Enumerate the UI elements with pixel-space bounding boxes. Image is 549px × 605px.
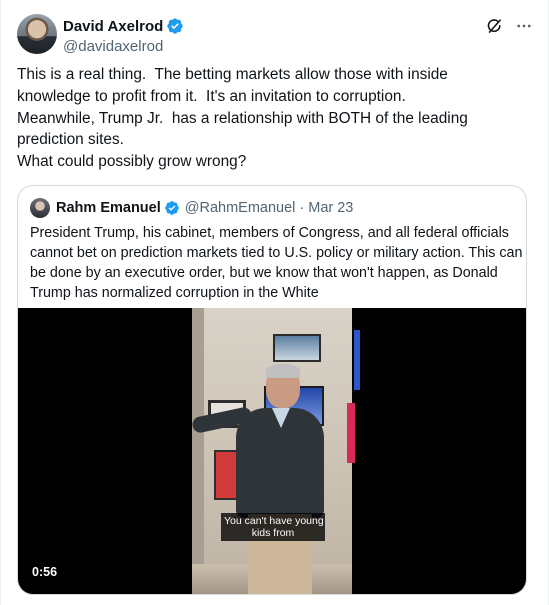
wall-edge — [192, 308, 204, 594]
video-caption: You can't have young kids from — [221, 513, 325, 541]
caption-line: kids from — [251, 527, 295, 539]
side-artwork — [354, 330, 360, 390]
author-handle[interactable]: @davidaxelrod — [63, 37, 184, 57]
quoted-avatar[interactable] — [30, 198, 50, 218]
side-artwork — [347, 403, 355, 463]
video-frame — [192, 308, 352, 594]
quoted-line: President Trump, his cabinet, members of… — [30, 225, 509, 241]
post-text: This is a real thing. The betting market… — [17, 64, 522, 173]
post-line: Meanwhile, Trump Jr. has a relationship … — [17, 109, 468, 127]
quoted-line: Trump has normalized corruption in the W… — [30, 285, 319, 301]
post-line: What could possibly grow wrong? — [17, 153, 247, 171]
verified-badge-icon — [167, 18, 183, 34]
caption-line: You can't have young — [224, 515, 324, 527]
tweet-header: David Axelrod @davidaxelrod — [17, 14, 534, 58]
author-display-name[interactable]: David Axelrod — [63, 18, 163, 35]
quoted-tweet[interactable]: Rahm Emanuel @RahmEmanuel · Mar 23 Presi… — [17, 185, 527, 595]
author-avatar[interactable] — [17, 14, 57, 54]
quoted-display-name[interactable]: Rahm Emanuel — [56, 200, 161, 216]
person-hair — [266, 364, 300, 378]
post-line: knowledge to profit from it. It's an inv… — [17, 87, 406, 105]
post-line: prediction sites. — [17, 131, 124, 149]
more-icon[interactable] — [514, 16, 534, 36]
quoted-line: be done by an executive order, but we kn… — [30, 265, 498, 281]
video-player[interactable]: You can't have young kids from 0:56 — [18, 308, 526, 594]
quoted-verified-badge-icon — [164, 201, 179, 215]
video-duration: 0:56 — [32, 565, 58, 579]
quoted-text: President Trump, his cabinet, members of… — [30, 223, 523, 303]
grok-icon[interactable] — [484, 16, 504, 36]
quoted-header: Rahm Emanuel @RahmEmanuel · Mar 23 — [30, 198, 353, 218]
quoted-line: cannot bet on prediction markets tied to… — [30, 245, 523, 261]
header-actions — [484, 16, 534, 36]
post-line: This is a real thing. The betting market… — [17, 66, 448, 83]
author-names: David Axelrod @davidaxelrod — [63, 16, 184, 57]
quoted-separator: · — [299, 200, 305, 216]
quoted-handle[interactable]: @RahmEmanuel — [185, 200, 296, 216]
framed-photo — [273, 334, 321, 362]
tweet: David Axelrod @davidaxelrod This is a re… — [0, 0, 549, 605]
quoted-date[interactable]: Mar 23 — [308, 200, 353, 216]
